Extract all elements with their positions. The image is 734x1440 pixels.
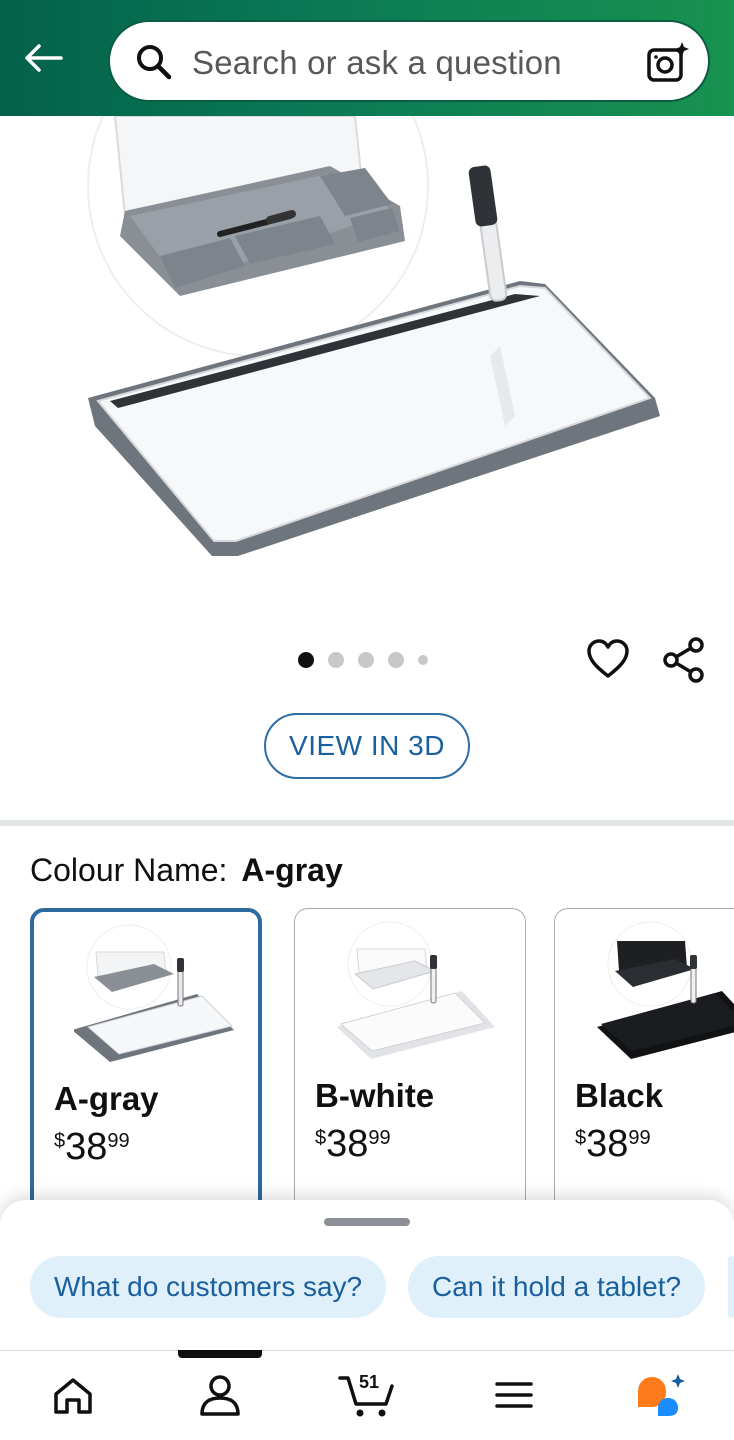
colour-option-price: $3899 <box>575 1123 651 1165</box>
home-icon[interactable] <box>48 1372 98 1418</box>
arrow-left-icon <box>25 44 63 72</box>
section-divider <box>0 820 734 826</box>
carousel-dots[interactable] <box>298 650 428 670</box>
colour-option-black[interactable]: Black $3899 <box>554 908 734 1228</box>
camera-sparkle-icon[interactable] <box>646 40 690 84</box>
product-thumbnail <box>337 921 495 1059</box>
nav-active-indicator <box>178 1350 262 1358</box>
search-placeholder[interactable]: Search or ask a question <box>192 44 562 82</box>
heart-icon[interactable] <box>585 636 631 682</box>
carousel-dot-3[interactable] <box>358 652 374 668</box>
suggestion-chip[interactable]: What do customers say? <box>30 1256 387 1318</box>
sheet-drag-handle[interactable] <box>324 1218 410 1226</box>
carousel-dot-5[interactable] <box>418 655 428 665</box>
carousel-dot-2[interactable] <box>328 652 344 668</box>
hamburger-icon[interactable] <box>489 1372 539 1418</box>
search-icon <box>137 45 172 80</box>
colour-option-name: A-gray <box>54 1080 159 1117</box>
colour-label-text: Colour Name: <box>30 852 228 888</box>
colour-option-a-gray[interactable]: A-gray $3899 <box>30 908 262 1228</box>
product-thumbnail <box>74 924 234 1062</box>
colour-option-price: $3899 <box>315 1123 391 1165</box>
rufus-assistant-icon[interactable] <box>634 1372 690 1418</box>
whiteboard-product-illustration <box>87 116 660 556</box>
assistant-bottom-sheet[interactable]: What do customers say? Can it hold a tab… <box>0 1200 734 1350</box>
view-in-3d-button[interactable]: VIEW IN 3D <box>264 713 470 779</box>
colour-selected-value: A-gray <box>241 852 343 888</box>
carousel-dot-1[interactable] <box>298 652 314 668</box>
cart-count-badge: 51 <box>358 1372 380 1392</box>
back-button[interactable] <box>18 36 68 80</box>
user-icon[interactable] <box>195 1372 245 1418</box>
colour-option-price: $3899 <box>54 1126 130 1168</box>
product-thumbnail <box>597 921 734 1059</box>
top-header: Search or ask a question <box>0 0 734 116</box>
colour-name-label: Colour Name: A-gray <box>30 852 343 889</box>
suggestion-chip-overflow[interactable] <box>728 1256 734 1318</box>
colour-option-name: Black <box>575 1077 664 1114</box>
colour-option-name: B-white <box>315 1077 435 1114</box>
carousel-dot-4[interactable] <box>388 652 404 668</box>
search-bar[interactable]: Search or ask a question <box>108 20 710 102</box>
colour-option-b-white[interactable]: B-white $3899 <box>294 908 526 1228</box>
product-image[interactable] <box>0 116 734 616</box>
suggestion-chip[interactable]: Can it hold a tablet? <box>408 1256 706 1318</box>
share-icon[interactable] <box>660 636 708 684</box>
